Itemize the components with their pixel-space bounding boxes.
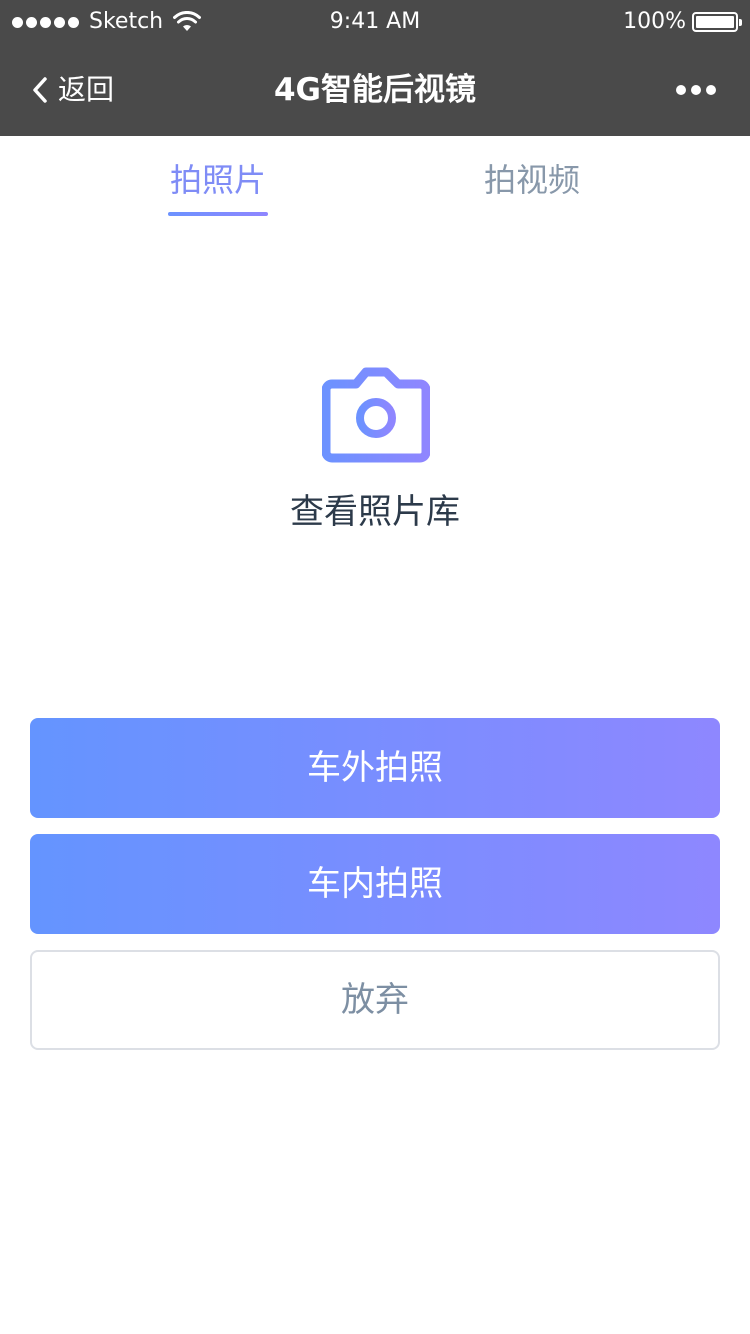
screen: Sketch 9:41 AM 100% 返回 4G智能后视镜 拍照片 拍视频 查… (0, 0, 750, 1334)
cancel-button[interactable]: 放弃 (30, 950, 720, 1050)
camera-icon (322, 367, 430, 463)
active-tab-indicator (168, 212, 268, 216)
chevron-left-icon (33, 77, 47, 103)
photo-library-label: 查看照片库 (290, 492, 460, 532)
back-label: 返回 (58, 73, 115, 106)
tab-take-photo[interactable]: 拍照片 (168, 158, 268, 218)
back-button[interactable]: 返回 (30, 70, 114, 110)
page-title: 4G智能后视镜 (273, 72, 476, 108)
tab-take-video[interactable]: 拍视频 (482, 158, 582, 218)
mode-tabs: 拍照片 拍视频 (0, 136, 750, 220)
more-horizontal-icon (676, 85, 686, 95)
navigation-bar: 返回 4G智能后视镜 (0, 44, 750, 136)
view-photo-library[interactable]: 查看照片库 (225, 360, 525, 540)
battery-percent: 100% (623, 9, 686, 34)
status-right: 100% (623, 8, 742, 36)
status-bar: Sketch 9:41 AM 100% (0, 0, 750, 44)
inside-photo-button[interactable]: 车内拍照 (30, 834, 720, 934)
battery-icon (692, 12, 742, 32)
more-button[interactable] (676, 80, 716, 100)
outside-photo-button[interactable]: 车外拍照 (30, 718, 720, 818)
